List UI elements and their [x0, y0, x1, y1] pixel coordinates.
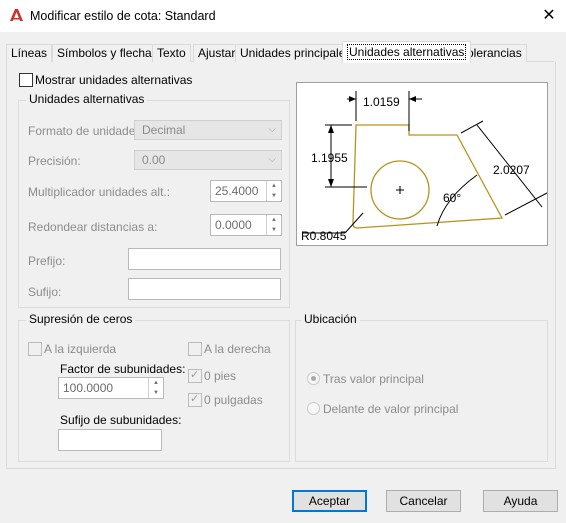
sub-suffix-label: Sufijo de subunidades: — [60, 413, 182, 427]
help-button[interactable]: Ayuda — [483, 490, 558, 512]
feet-checkbox[interactable] — [188, 368, 202, 383]
trailing-label: A la derecha — [204, 342, 271, 356]
spin-up-icon[interactable]: ▲ — [267, 215, 281, 225]
dim-left-text: 1.1955 — [311, 151, 348, 165]
spin-up-icon[interactable]: ▲ — [149, 378, 163, 388]
tab-unidades-alternativas[interactable]: Unidades alternativas — [342, 41, 472, 63]
trailing-checkbox[interactable] — [188, 342, 202, 356]
tab-unidades-alternativas-label: Unidades alternativas — [347, 44, 467, 60]
after-label: Tras valor principal — [323, 372, 424, 386]
leading-checkbox[interactable] — [28, 342, 42, 356]
after-radio[interactable] — [307, 372, 320, 385]
title-bar: Modificar estilo de cota: Standard ✕ — [0, 0, 566, 32]
prefix-label: Prefijo: — [28, 254, 66, 268]
spin-up-icon[interactable]: ▲ — [267, 181, 281, 191]
format-select[interactable]: Decimal ⌵ — [134, 120, 282, 140]
placement-label: Ubicación — [301, 312, 360, 326]
round-value: 0.0000 — [215, 218, 252, 232]
preview-drawing: 1.0159 1.1955 2.0207 60° R0.8045 — [301, 91, 548, 243]
tab-texto[interactable]: Texto — [152, 44, 191, 62]
precision-value: 0.00 — [142, 153, 166, 167]
cancel-button[interactable]: Cancelar — [386, 490, 461, 512]
multiplier-stepper[interactable]: 25.4000 ▲ ▼ — [210, 180, 282, 202]
inches-label: 0 pulgadas — [204, 393, 263, 407]
before-label: Delante de valor principal — [323, 402, 459, 416]
leading-label: A la izquierda — [44, 342, 117, 356]
format-label: Formato de unidades: — [28, 124, 145, 138]
sub-factor-label: Factor de subunidades: — [60, 362, 186, 376]
round-label: Redondear distancias a: — [28, 220, 158, 234]
dimension-preview: 1.0159 1.1955 2.0207 60° R0.8045 — [296, 82, 548, 246]
radius-text: R0.8045 — [301, 229, 347, 243]
before-radio[interactable] — [307, 402, 320, 415]
window-title: Modificar estilo de cota: Standard — [30, 9, 216, 23]
angle-text: 60° — [443, 191, 461, 205]
tab-ajustar[interactable]: Ajustar — [193, 44, 241, 62]
placement-group — [295, 320, 548, 462]
show-alt-units-label: Mostrar unidades alternativas — [35, 73, 193, 87]
prefix-input[interactable] — [128, 248, 281, 270]
multiplier-label: Multiplicador unidades alt.: — [28, 185, 171, 199]
round-arrows: ▲ ▼ — [266, 215, 281, 235]
precision-select[interactable]: 0.00 ⌵ — [134, 150, 282, 170]
dim-top-text: 1.0159 — [363, 95, 400, 109]
show-alt-units-checkbox[interactable] — [19, 73, 33, 87]
tab-unidades-principales[interactable]: Unidades principales — [235, 44, 357, 62]
suffix-input[interactable] — [128, 278, 281, 300]
inches-checkbox[interactable] — [188, 392, 202, 407]
feet-label: 0 pies — [204, 369, 237, 383]
format-value: Decimal — [142, 123, 186, 137]
spin-down-icon[interactable]: ▼ — [267, 225, 281, 235]
close-button[interactable]: ✕ — [537, 4, 561, 28]
tab-simbolos-flechas[interactable]: Símbolos y flechas — [52, 44, 163, 62]
spin-down-icon[interactable]: ▼ — [267, 191, 281, 201]
autocad-logo-icon — [10, 9, 23, 21]
sub-factor-stepper[interactable]: 100.0000 ▲ ▼ — [58, 377, 164, 399]
chevron-down-icon: ⌵ — [268, 124, 276, 135]
alt-units-group-label: Unidades alternativas — [26, 92, 148, 106]
sub-suffix-input[interactable] — [58, 429, 162, 451]
dim-right-text: 2.0207 — [493, 163, 530, 177]
sub-factor-arrows: ▲ ▼ — [148, 378, 163, 398]
precision-label: Precisión: — [28, 154, 81, 168]
zero-suppression-label: Supresión de ceros — [26, 312, 136, 326]
round-stepper[interactable]: 0.0000 ▲ ▼ — [210, 214, 282, 236]
multiplier-arrows: ▲ ▼ — [266, 181, 281, 201]
tab-lineas[interactable]: Líneas — [6, 44, 53, 62]
spin-down-icon[interactable]: ▼ — [149, 388, 163, 398]
chevron-down-icon: ⌵ — [268, 154, 276, 165]
sub-factor-value: 100.0000 — [63, 381, 114, 395]
suffix-label: Sufijo: — [28, 285, 62, 299]
ok-button[interactable]: Aceptar — [292, 490, 367, 512]
multiplier-value: 25.4000 — [215, 184, 259, 198]
